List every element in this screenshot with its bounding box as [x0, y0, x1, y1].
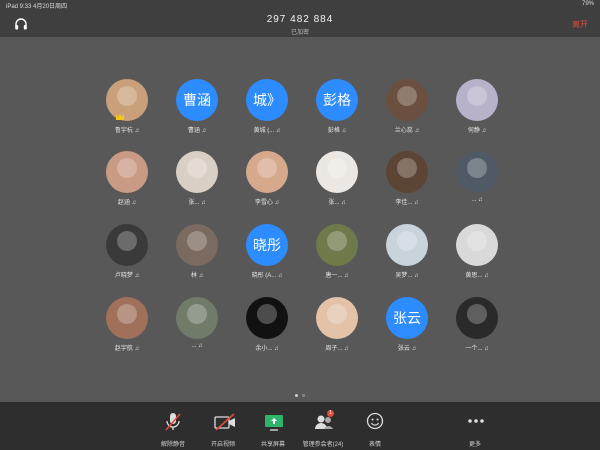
participant-name: 张... ♫ [188, 200, 206, 206]
participant-tile[interactable]: 李佳... ♫ [372, 151, 442, 221]
meeting-toolbar: 解除静音 开启视频 共享屏幕 1 管理参会者(24) 表情 更多 [0, 402, 600, 450]
avatar [456, 297, 498, 339]
meeting-id[interactable]: 297 482 884 [0, 14, 600, 25]
participant-tile[interactable]: 余小... ♫ [232, 297, 302, 367]
participant-tile[interactable]: 林 ♫ [162, 224, 232, 294]
participant-name: 黄思... ♫ [465, 273, 489, 279]
participant-grid: 鲁宇杭 ♫ 曹涵 曹涵 ♫ 城》 黄城 (... ♫ 彭格 彭格 ♫ 兰心蕊 ♫ 何静 ♫ 赵涵 … [0, 37, 600, 402]
leave-button[interactable]: 离开 [572, 19, 588, 30]
page-dot[interactable] [302, 394, 305, 397]
participant-name: 吴梦... ♫ [395, 273, 419, 279]
participant-name: 卢晓梦 ♫ [114, 273, 140, 279]
participants-badge: 1 [327, 410, 334, 417]
participant-name: 李佳... ♫ [395, 200, 419, 206]
avatar [316, 151, 358, 193]
reactions-button[interactable]: 表情 [345, 408, 405, 448]
avatar [106, 79, 148, 121]
participant-name: ... ♫ [191, 343, 203, 349]
participant-name: 余小... ♫ [255, 346, 279, 352]
participant-tile[interactable]: 卢晓梦 ♫ [92, 224, 162, 294]
participant-name: 兰心蕊 ♫ [394, 128, 420, 134]
participant-name: 周子... ♫ [325, 346, 349, 352]
avatar [456, 224, 498, 266]
more-label: 更多 [468, 442, 481, 448]
participant-tile[interactable]: 晓彤晓彤 (A... ♫ [232, 224, 302, 294]
avatar [106, 224, 148, 266]
manage-participants-button[interactable]: 1 管理参会者(24) [293, 408, 353, 448]
participant-tile[interactable]: 唐一... ♫ [302, 224, 372, 294]
participant-name: 鲁宇杭 ♫ [114, 128, 140, 134]
avatar-initials: 城》 [246, 79, 288, 121]
participant-name: 彭格 ♫ [327, 128, 347, 134]
more-icon [468, 419, 484, 423]
participant-name: 黄城 (... ♫ [253, 128, 281, 134]
participant-name: 曹涵 ♫ [187, 128, 207, 134]
participant-tile[interactable]: 城》黄城 (... ♫ [232, 79, 302, 149]
avatar [106, 151, 148, 193]
participant-tile[interactable]: 赵宇航 ♫ [92, 297, 162, 367]
participant-name: 赵涵 ♫ [117, 200, 137, 206]
status-time: iPad 9:33 4月20日周四 [6, 4, 68, 10]
participant-tile[interactable]: 周子... ♫ [302, 297, 372, 367]
participant-tile[interactable]: 一个... ♫ [442, 297, 512, 367]
avatar [386, 151, 428, 193]
avatar [246, 151, 288, 193]
participant-name: 李雪心 ♫ [254, 200, 280, 206]
participant-name: 赵宇航 ♫ [114, 346, 140, 352]
participant-tile[interactable]: 何静 ♫ [442, 79, 512, 149]
participant-tile[interactable]: 张... ♫ [302, 151, 372, 221]
participant-tile[interactable]: 黄思... ♫ [442, 224, 512, 294]
status-bar: iPad 9:33 4月20日周四 79% [0, 0, 600, 10]
page-dot[interactable] [295, 394, 298, 397]
avatar-initials: 张云 [386, 297, 428, 339]
reactions-label: 表情 [368, 442, 381, 448]
participant-tile[interactable]: ... ♫ [442, 151, 512, 221]
avatar [176, 151, 218, 193]
participant-tile[interactable]: 兰心蕊 ♫ [372, 79, 442, 149]
avatar [246, 297, 288, 339]
participant-name: 张云 ♫ [397, 346, 417, 352]
status-battery: 79% [581, 1, 594, 7]
participant-tile[interactable]: 鲁宇杭 ♫ [92, 79, 162, 149]
participant-name: ... ♫ [471, 197, 483, 203]
avatar [176, 224, 218, 266]
avatar-initials: 晓彤 [246, 224, 288, 266]
avatar [106, 297, 148, 339]
avatar [316, 224, 358, 266]
participant-name: 何静 ♫ [467, 128, 487, 134]
avatar-initials: 曹涵 [176, 79, 218, 121]
page-indicator [0, 384, 600, 402]
participant-name: 唐一... ♫ [325, 273, 349, 279]
meeting-subtitle: 已加密 [290, 30, 309, 36]
participant-name: 林 ♫ [190, 273, 204, 279]
participant-tile[interactable]: ... ♫ [162, 297, 232, 367]
avatar [316, 297, 358, 339]
participant-tile[interactable]: 吴梦... ♫ [372, 224, 442, 294]
participant-tile[interactable]: 张... ♫ [162, 151, 232, 221]
video-off-icon [214, 413, 235, 431]
participant-name: 一个... ♫ [465, 346, 489, 352]
smiley-icon [366, 412, 384, 430]
avatar-initials: 彭格 [316, 79, 358, 121]
manage-participants-label: 管理参会者(24) [302, 442, 344, 448]
more-button[interactable]: 更多 [445, 408, 505, 448]
share-screen-icon [265, 415, 283, 431]
participant-tile[interactable]: 张云张云 ♫ [372, 297, 442, 367]
avatar [176, 297, 218, 339]
avatar [456, 79, 498, 121]
avatar [386, 224, 428, 266]
participant-name: 张... ♫ [328, 200, 346, 206]
participant-name: 晓彤 (A... ♫ [251, 273, 283, 279]
participant-tile[interactable]: 曹涵曹涵 ♫ [162, 79, 232, 149]
participant-tile[interactable]: 赵涵 ♫ [92, 151, 162, 221]
participant-tile[interactable]: 李雪心 ♫ [232, 151, 302, 221]
participant-tile[interactable]: 彭格彭格 ♫ [302, 79, 372, 149]
meeting-header: 297 482 884 已加密 离开 [0, 10, 600, 37]
avatar [386, 79, 428, 121]
mic-off-icon [165, 413, 181, 431]
avatar [456, 151, 498, 193]
